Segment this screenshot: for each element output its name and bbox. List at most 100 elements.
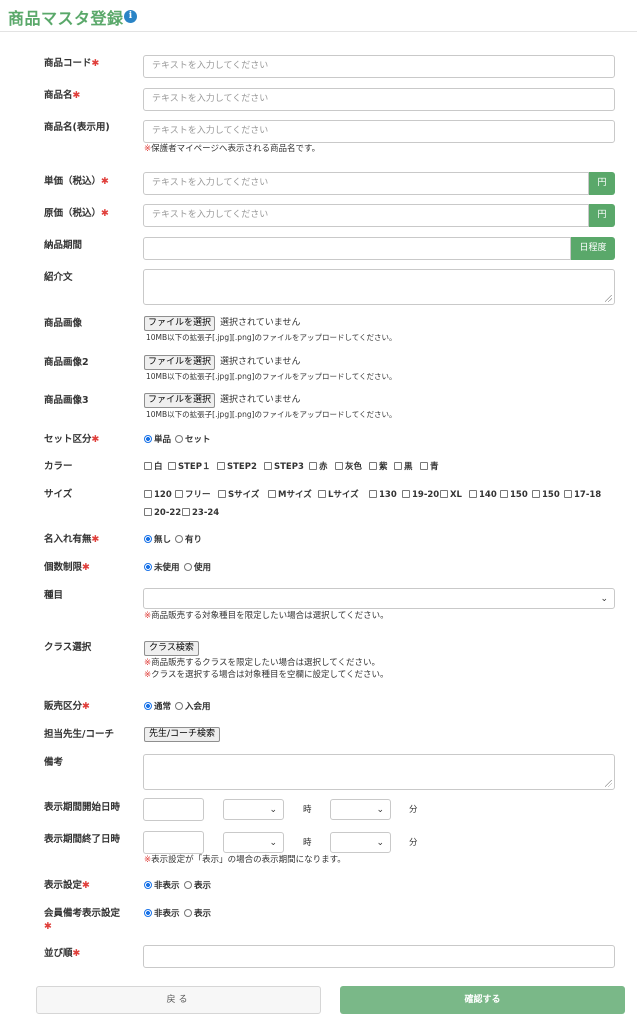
delivery-schedule-addon: 日程度 <box>571 237 615 260</box>
display-name-note: ※保護者マイページへ表示される商品名です。 <box>144 144 321 154</box>
image2-file-button[interactable]: ファイルを選択 <box>144 355 216 370</box>
back-button[interactable]: 戻る <box>36 986 321 1014</box>
sales-type-radio-normal[interactable]: 通常 <box>144 701 171 713</box>
color-checkbox[interactable]: 赤 <box>309 461 328 473</box>
label-sales-type: 販売区分✱ <box>44 701 90 712</box>
minute-unit: 分 <box>409 838 418 848</box>
color-checkbox[interactable]: 灰色 <box>335 461 362 473</box>
order-input[interactable] <box>143 945 615 968</box>
label-class-select: クラス選択 <box>44 642 92 653</box>
image2-hint: 10MB以下の拡張子[.jpg][.png]のファイルをアップロードしてください… <box>146 372 397 381</box>
color-checkbox[interactable]: STEP3 <box>264 461 304 473</box>
color-checkbox[interactable]: 紫 <box>369 461 388 473</box>
disp-start-minute-select[interactable]: ⌄ <box>330 799 391 820</box>
label-qty-limit: 個数制限✱ <box>44 562 90 573</box>
label-intro: 紹介文 <box>44 272 73 283</box>
qty-limit-radio-used[interactable]: 使用 <box>184 562 211 574</box>
hour-unit: 時 <box>303 805 312 815</box>
label-remarks: 備考 <box>44 757 64 768</box>
set-type-radio-set[interactable]: セット <box>175 434 211 446</box>
resize-grip-icon[interactable] <box>605 295 612 302</box>
chevron-down-icon: ⌄ <box>376 838 384 848</box>
info-icon[interactable]: i <box>124 10 137 23</box>
size-checkbox[interactable]: Lサイズ <box>318 489 359 501</box>
label-image2: 商品画像2 <box>44 357 89 368</box>
cost-price-yen-addon: 円 <box>589 204 615 227</box>
chevron-down-icon: ⌄ <box>269 805 277 815</box>
color-checkbox[interactable]: STEP１ <box>168 461 210 473</box>
size-checkbox[interactable]: Sサイズ <box>218 489 259 501</box>
size-checkbox[interactable]: 17-18 <box>564 489 601 501</box>
label-image3: 商品画像3 <box>44 395 89 406</box>
teacher-search-button[interactable]: 先生/コーチ検索 <box>144 727 221 742</box>
unit-price-input[interactable]: テキストを入力してください <box>143 172 589 195</box>
member-remarks-radio-shown[interactable]: 表示 <box>184 908 211 920</box>
image1-file-button[interactable]: ファイルを選択 <box>144 316 216 331</box>
required-mark: ✱ <box>44 921 52 932</box>
label-unit-price: 単価（税込）✱ <box>44 176 109 187</box>
sales-type-radio-enroll[interactable]: 入会用 <box>175 701 211 713</box>
size-checkbox[interactable]: 120 <box>144 489 172 501</box>
chevron-down-icon: ⌄ <box>269 838 277 848</box>
class-note-1: ※商品販売するクラスを限定したい場合は選択してください。 <box>144 658 380 668</box>
unit-price-yen-addon: 円 <box>589 172 615 195</box>
label-disp-setting: 表示設定✱ <box>44 880 90 891</box>
delivery-input[interactable] <box>143 237 571 260</box>
size-checkbox[interactable]: 140 <box>469 489 497 501</box>
category-note: ※商品販売する対象種目を限定したい場合は選択してください。 <box>144 611 389 621</box>
member-remarks-radio-hidden[interactable]: 非表示 <box>144 908 180 920</box>
disp-setting-radio-hidden[interactable]: 非表示 <box>144 880 180 892</box>
size-checkbox[interactable]: 150 <box>500 489 528 501</box>
title-divider <box>0 31 637 32</box>
image3-file-button[interactable]: ファイルを選択 <box>144 393 216 408</box>
name-entry-radio-yes[interactable]: 有り <box>175 534 202 546</box>
color-checkbox[interactable]: STEP2 <box>217 461 257 473</box>
hour-unit: 時 <box>303 838 312 848</box>
disp-end-minute-select[interactable]: ⌄ <box>330 832 391 853</box>
size-checkbox[interactable]: 19-20 <box>402 489 439 501</box>
label-cost-price: 原価（税込）✱ <box>44 208 109 219</box>
label-disp-start: 表示期間開始日時 <box>44 802 121 813</box>
size-checkbox[interactable]: Mサイズ <box>268 489 312 501</box>
label-name-entry: 名入れ有無✱ <box>44 534 100 545</box>
size-checkbox[interactable]: 23-24 <box>182 507 219 519</box>
color-checkbox[interactable]: 青 <box>420 461 439 473</box>
disp-start-date-input[interactable] <box>143 798 204 821</box>
color-checkbox[interactable]: 白 <box>144 461 163 473</box>
display-name-input[interactable]: テキストを入力してください <box>143 120 615 143</box>
size-checkbox[interactable]: XL <box>440 489 462 501</box>
label-category: 種目 <box>44 590 64 601</box>
size-checkbox[interactable]: フリー <box>175 489 211 501</box>
disp-end-date-input[interactable] <box>143 831 204 854</box>
label-order: 並び順✱ <box>44 948 81 959</box>
product-code-input[interactable]: テキストを入力してください <box>143 55 615 78</box>
label-display-name: 商品名(表示用) <box>44 122 110 133</box>
color-checkbox[interactable]: 黒 <box>394 461 413 473</box>
set-type-radio-single[interactable]: 単品 <box>144 434 171 446</box>
label-disp-end: 表示期間終了日時 <box>44 834 121 845</box>
disp-start-hour-select[interactable]: ⌄ <box>223 799 284 820</box>
intro-textarea[interactable] <box>143 269 615 305</box>
remarks-textarea[interactable] <box>143 754 615 790</box>
confirm-button[interactable]: 確認する <box>340 986 625 1014</box>
class-search-button[interactable]: クラス検索 <box>144 641 199 656</box>
label-teacher: 担当先生/コーチ <box>44 729 114 740</box>
image1-hint: 10MB以下の拡張子[.jpg][.png]のファイルをアップロードしてください… <box>146 333 397 342</box>
size-checkbox[interactable]: 20-22 <box>144 507 181 519</box>
cost-price-input[interactable]: テキストを入力してください <box>143 204 589 227</box>
label-member-remarks: 会員備考表示設定 <box>44 908 121 919</box>
product-name-input[interactable]: テキストを入力してください <box>143 88 615 111</box>
label-size: サイズ <box>44 489 73 500</box>
page-title: 商品マスタ登録 <box>8 9 124 28</box>
category-select[interactable]: ⌄ <box>143 588 615 609</box>
size-checkbox[interactable]: 130 <box>369 489 397 501</box>
size-checkbox[interactable]: 150 <box>532 489 560 501</box>
qty-limit-radio-unused[interactable]: 未使用 <box>144 562 180 574</box>
label-delivery: 納品期間 <box>44 240 83 251</box>
disp-end-hour-select[interactable]: ⌄ <box>223 832 284 853</box>
name-entry-radio-none[interactable]: 無し <box>144 534 171 546</box>
label-image1: 商品画像 <box>44 318 83 329</box>
image2-file-status: 選択されていません <box>220 357 301 367</box>
resize-grip-icon[interactable] <box>605 780 612 787</box>
disp-setting-radio-shown[interactable]: 表示 <box>184 880 211 892</box>
